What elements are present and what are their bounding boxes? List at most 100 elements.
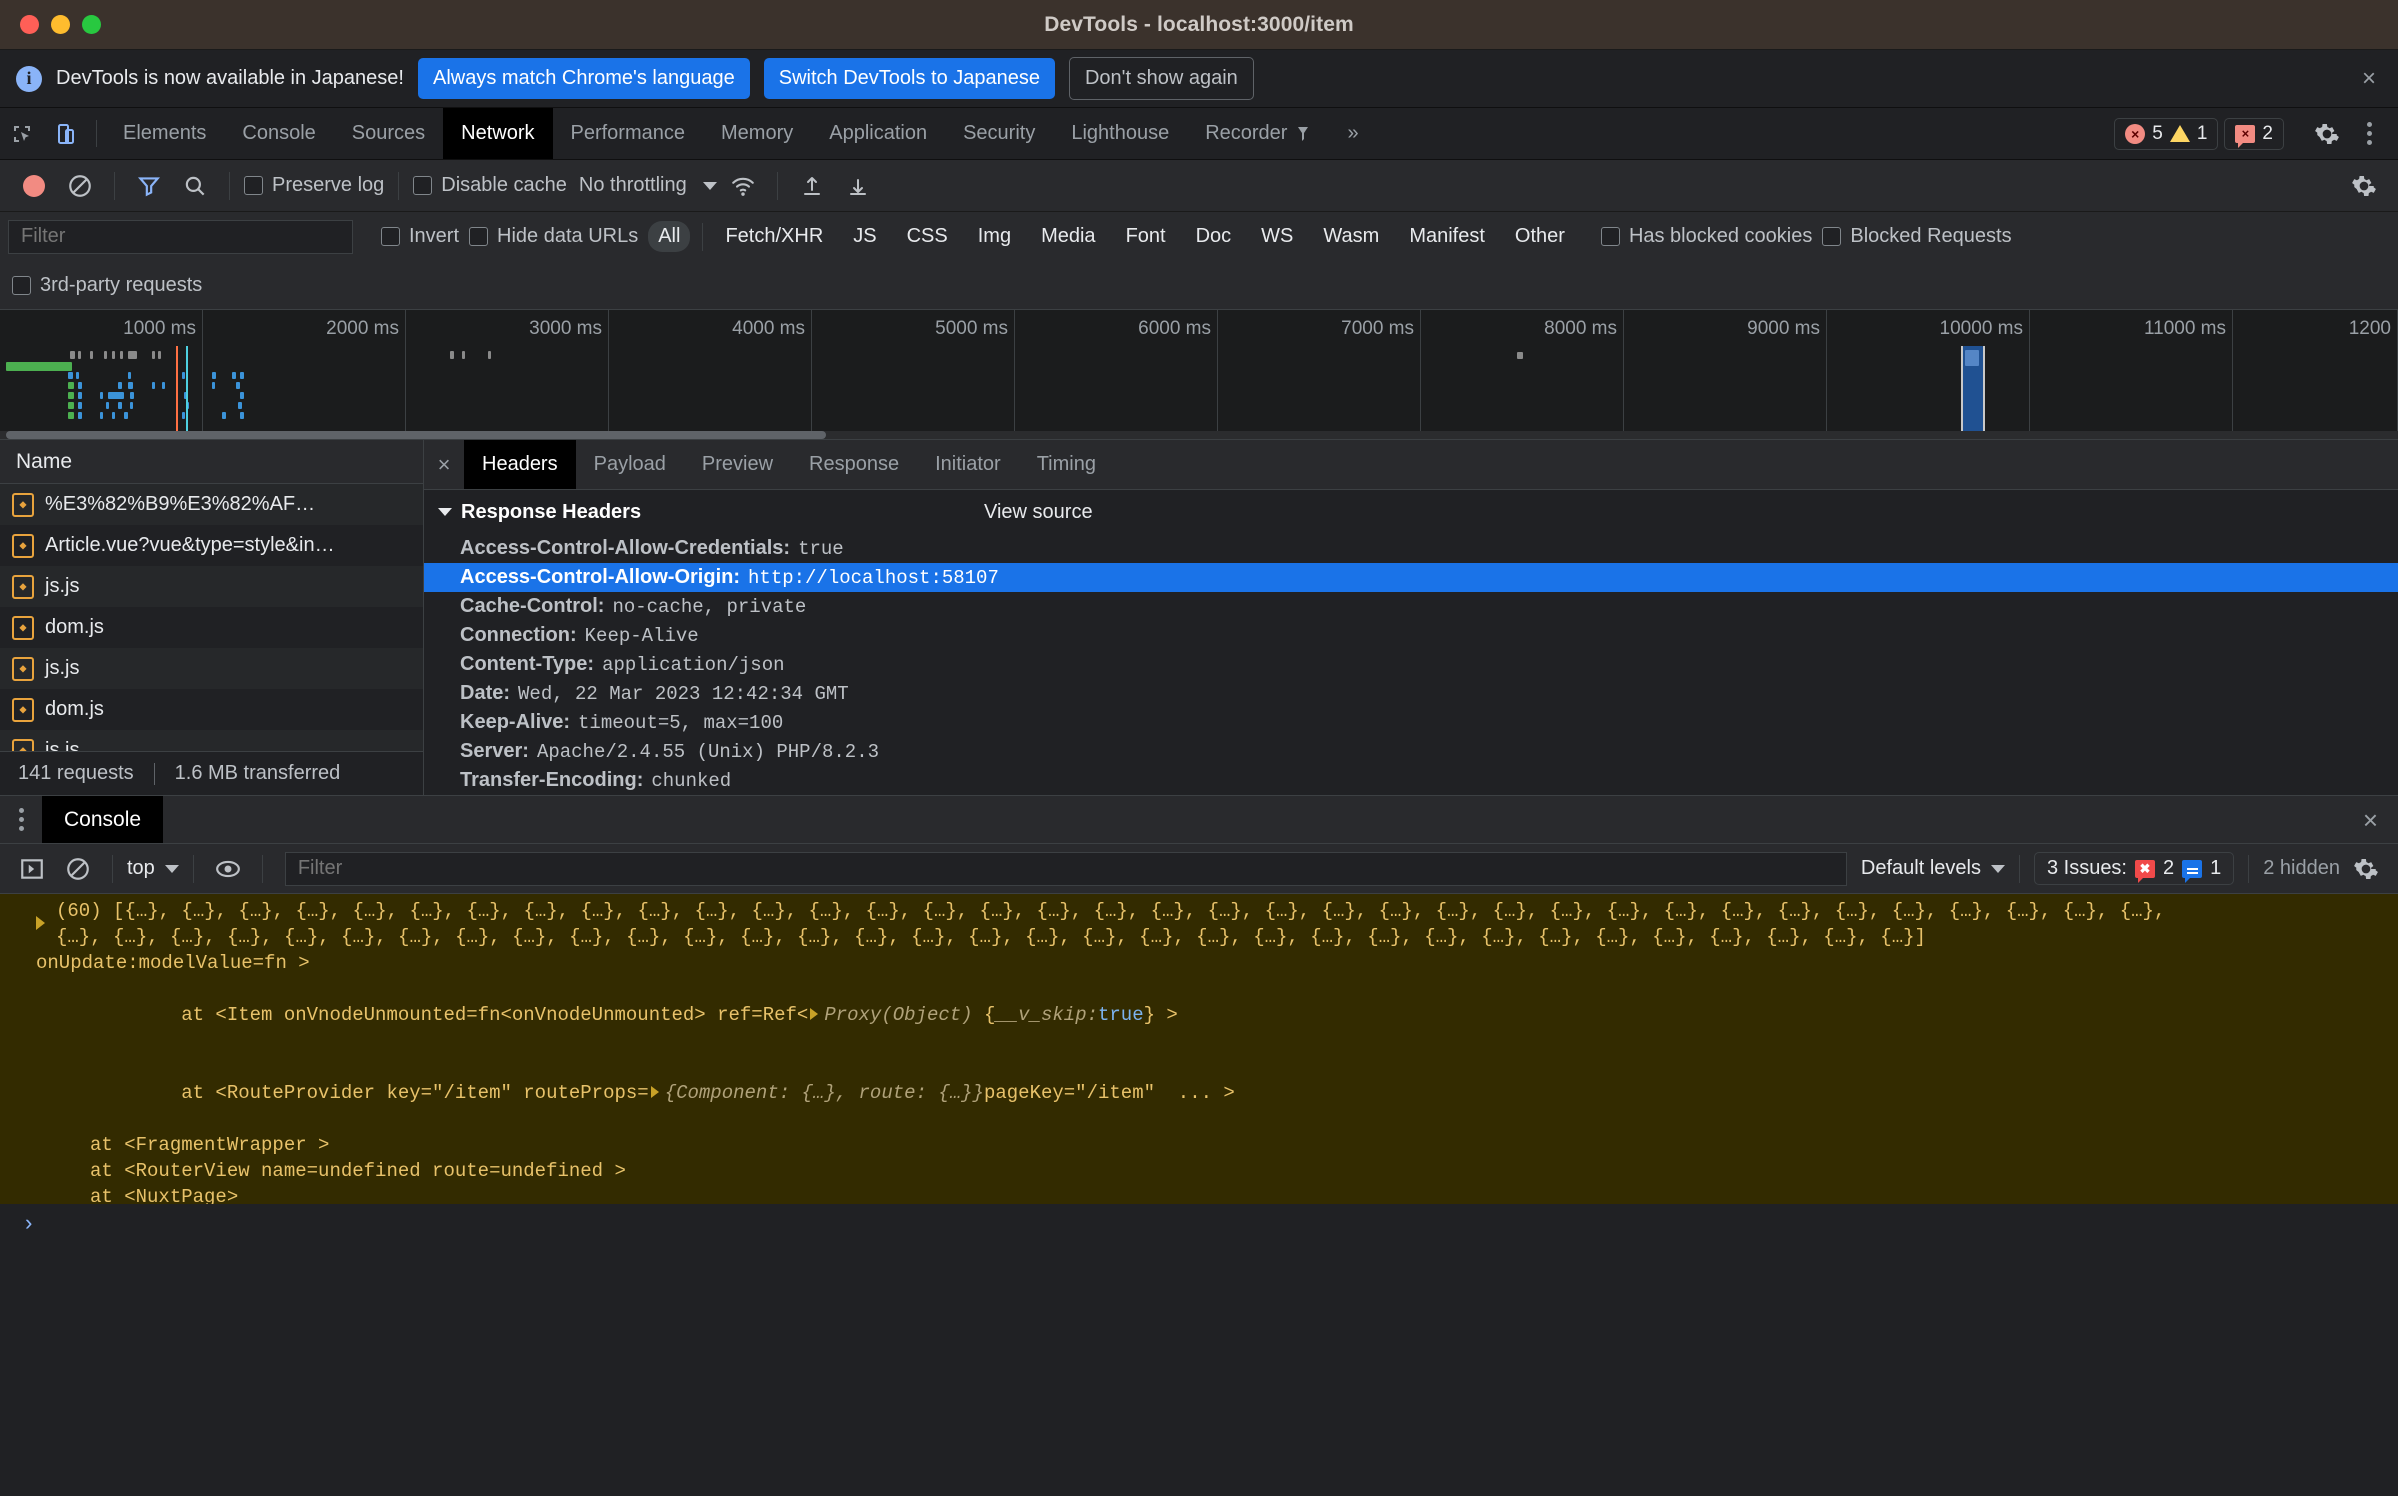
tab-lighthouse[interactable]: Lighthouse [1053, 108, 1187, 159]
filter-type-media[interactable]: Media [1031, 221, 1105, 252]
filter-type-other[interactable]: Other [1505, 221, 1575, 252]
inspect-element-icon[interactable] [0, 108, 44, 159]
tab-memory[interactable]: Memory [703, 108, 811, 159]
export-har-icon[interactable] [838, 166, 878, 206]
header-row[interactable]: Cache-Control: no-cache, private [424, 592, 2398, 621]
log-levels-select[interactable]: Default levels [1861, 857, 2005, 880]
filter-type-css[interactable]: CSS [897, 221, 958, 252]
request-list-header[interactable]: Name [0, 440, 423, 484]
tab-network[interactable]: Network [443, 108, 552, 159]
filter-type-js[interactable]: JS [843, 221, 886, 252]
has-blocked-cookies-checkbox[interactable]: Has blocked cookies [1601, 225, 1812, 248]
hide-data-urls-checkbox[interactable]: Hide data URLs [469, 225, 638, 248]
filter-input[interactable] [8, 220, 353, 254]
header-row[interactable]: Access-Control-Allow-Credentials: true [424, 534, 2398, 563]
filter-type-font[interactable]: Font [1116, 221, 1176, 252]
clear-console-icon[interactable] [58, 849, 98, 889]
filter-type-manifest[interactable]: Manifest [1399, 221, 1495, 252]
tab-initiator[interactable]: Initiator [917, 440, 1019, 489]
disable-cache-checkbox[interactable]: Disable cache [413, 174, 567, 197]
tab-timing[interactable]: Timing [1019, 440, 1114, 489]
console-prompt[interactable]: › [0, 1204, 2398, 1244]
filter-type-img[interactable]: Img [968, 221, 1021, 252]
filter-type-all[interactable]: All [648, 221, 690, 252]
timeline-selection[interactable] [1961, 346, 1985, 439]
more-options-icon[interactable] [2355, 122, 2384, 145]
preserve-log-checkbox[interactable]: Preserve log [244, 174, 384, 197]
issue-count: 2 [2262, 123, 2273, 145]
record-button[interactable] [14, 166, 54, 206]
filter-type-doc[interactable]: Doc [1186, 221, 1242, 252]
tab-headers[interactable]: Headers [464, 440, 576, 489]
header-row[interactable]: Connection: Keep-Alive [424, 621, 2398, 650]
issues-chip[interactable]: 3 Issues: ✖ 2 1 [2034, 852, 2234, 885]
header-row[interactable]: Date: Wed, 22 Mar 2023 12:42:34 GMT [424, 679, 2398, 708]
table-row[interactable]: ◆ js.js [0, 566, 423, 607]
switch-language-button[interactable]: Switch DevTools to Japanese [764, 58, 1055, 99]
table-row[interactable]: ◆ dom.js [0, 689, 423, 730]
filter-type-ws[interactable]: WS [1251, 221, 1303, 252]
search-icon[interactable] [175, 166, 215, 206]
tab-elements[interactable]: Elements [105, 108, 224, 159]
close-window-button[interactable] [20, 15, 39, 34]
close-icon[interactable]: × [2362, 67, 2376, 91]
console-settings-gear-icon[interactable] [2346, 849, 2386, 889]
tab-application[interactable]: Application [811, 108, 945, 159]
close-drawer-icon[interactable]: × [2363, 807, 2378, 833]
always-match-language-button[interactable]: Always match Chrome's language [418, 58, 750, 99]
filter-type-fetch-xhr[interactable]: Fetch/XHR [715, 221, 833, 252]
table-row[interactable]: ◆ Article.vue?vue&type=style&in… [0, 525, 423, 566]
dont-show-again-button[interactable]: Don't show again [1069, 57, 1254, 100]
issues-badge[interactable]: × 2 [2224, 118, 2284, 150]
tab-recorder[interactable]: Recorder [1187, 108, 1329, 159]
response-headers-section[interactable]: Response Headers View source [424, 490, 2398, 534]
header-row[interactable]: Content-Type: application/json [424, 650, 2398, 679]
throttling-select[interactable]: No throttling [579, 174, 717, 197]
tab-performance[interactable]: Performance [553, 108, 704, 159]
import-har-icon[interactable] [792, 166, 832, 206]
network-settings-gear-icon[interactable] [2344, 166, 2384, 206]
table-row[interactable]: ◆ dom.js [0, 607, 423, 648]
console-warning-message[interactable]: (60) [{…}, {…}, {…}, {…}, {…}, {…}, {…},… [0, 894, 2398, 1244]
execution-context-select[interactable]: top [127, 857, 179, 880]
clear-button[interactable] [60, 166, 100, 206]
drawer-more-options-icon[interactable] [0, 796, 42, 843]
tab-preview[interactable]: Preview [684, 440, 791, 489]
close-details-icon[interactable]: × [424, 440, 464, 489]
expand-arrow-icon[interactable] [651, 1086, 659, 1098]
table-row[interactable]: ◆ js.js [0, 730, 423, 751]
tab-overflow-button[interactable]: » [1329, 108, 1376, 159]
gear-icon[interactable] [2305, 121, 2349, 147]
live-expression-eye-icon[interactable] [208, 849, 248, 889]
invert-checkbox[interactable]: Invert [381, 225, 459, 248]
expand-arrow-icon[interactable] [36, 916, 45, 930]
expand-arrow-icon[interactable] [810, 1008, 818, 1020]
console-filter-input[interactable] [285, 852, 1847, 886]
header-row[interactable]: Keep-Alive: timeout=5, max=100 [424, 708, 2398, 737]
error-warning-badge[interactable]: × 5 1 [2114, 118, 2218, 150]
tab-payload[interactable]: Payload [576, 440, 684, 489]
header-row[interactable]: Server: Apache/2.4.55 (Unix) PHP/8.2.3 [424, 737, 2398, 766]
table-row[interactable]: ◆ %E3%82%B9%E3%82%AF… [0, 484, 423, 525]
drawer-tab-console[interactable]: Console [42, 796, 163, 843]
view-source-link[interactable]: View source [984, 501, 1093, 524]
overview-scroll-thumb[interactable] [6, 431, 826, 439]
filter-type-wasm[interactable]: Wasm [1313, 221, 1389, 252]
header-row[interactable]: Transfer-Encoding: chunked [424, 766, 2398, 795]
third-party-requests-checkbox[interactable]: 3rd-party requests [12, 274, 202, 297]
execute-console-icon[interactable] [12, 849, 52, 889]
overview-scrollbar[interactable] [0, 431, 2398, 439]
header-row[interactable]: Access-Control-Allow-Origin: http://loca… [424, 563, 2398, 592]
device-toolbar-icon[interactable] [44, 108, 88, 159]
table-row[interactable]: ◆ js.js [0, 648, 423, 689]
tab-console[interactable]: Console [224, 108, 333, 159]
network-conditions-icon[interactable] [723, 166, 763, 206]
minimize-window-button[interactable] [51, 15, 70, 34]
tab-security[interactable]: Security [945, 108, 1053, 159]
blocked-requests-checkbox[interactable]: Blocked Requests [1822, 225, 2011, 248]
tab-sources[interactable]: Sources [334, 108, 443, 159]
maximize-window-button[interactable] [82, 15, 101, 34]
tab-response[interactable]: Response [791, 440, 917, 489]
filter-icon[interactable] [129, 166, 169, 206]
network-overview-timeline[interactable]: 1000 ms 2000 ms 3000 ms 4000 ms 5000 ms … [0, 310, 2398, 440]
